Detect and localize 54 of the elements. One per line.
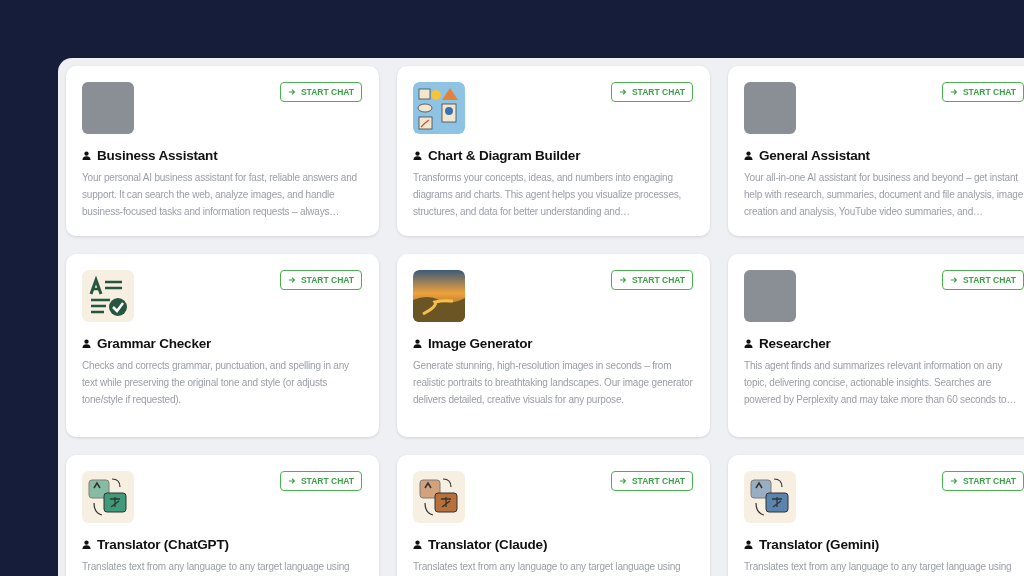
start-chat-button[interactable]: START CHAT — [941, 82, 1024, 102]
agent-description: Your personal AI business assistant for fast, reliable answers and support. It can search the web, analyze images, and handle business-focused tasks and information requests – always… — [82, 171, 358, 219]
translation-icon — [744, 471, 796, 523]
photo-placeholder — [82, 82, 134, 134]
arrow-right-icon — [618, 276, 627, 284]
user-icon — [413, 151, 422, 160]
agent-title: Translator (ChatGPT) — [97, 537, 229, 552]
start-chat-button[interactable]: START CHAT — [279, 82, 362, 102]
arrow-right-icon — [949, 477, 958, 485]
agent-title: Business Assistant — [97, 148, 218, 163]
translation-icon — [82, 471, 134, 523]
arrow-right-icon — [949, 88, 958, 96]
start-chat-button[interactable]: START CHAT — [610, 471, 693, 491]
agent-title: Image Generator — [428, 336, 533, 351]
photo-placeholder — [744, 270, 796, 322]
user-icon — [744, 540, 753, 549]
agent-description: This agent finds and summarizes relevant information on any topic, delivering concise, actionable insights. Searches are powered by Perplexity and may take more than 60 seconds to… — [744, 359, 1018, 407]
agent-description: Translates text from any language to any target language using — [82, 560, 351, 574]
agent-title: Grammar Checker — [97, 336, 212, 351]
diagram-drawing — [413, 82, 465, 134]
start-chat-button[interactable]: START CHAT — [279, 270, 362, 290]
arrow-right-icon — [287, 276, 296, 284]
user-icon — [413, 540, 422, 549]
agent-title: Translator (Claude) — [428, 537, 548, 552]
arrow-right-icon — [287, 88, 296, 96]
arrow-right-icon — [618, 477, 627, 485]
grammar-check-icon — [82, 270, 134, 322]
photo-placeholder — [744, 82, 796, 134]
agent-title: Translator (Gemini) — [759, 537, 879, 552]
start-chat-button[interactable]: START CHAT — [610, 270, 693, 290]
start-chat-button[interactable]: START CHAT — [941, 471, 1024, 491]
user-icon — [744, 339, 753, 348]
agent-description: Generate stunning, high-resolution images in seconds – from realistic portraits to breathtaking landscapes. Our image generator delivers detailed, creative visuals for any purpose. — [413, 359, 693, 407]
user-icon — [744, 151, 753, 160]
agent-description: Checks and corrects grammar, punctuation, and spelling in any text while preserving the original tone and style (or adjusts tone/style if requested). — [82, 359, 350, 407]
start-chat-button[interactable]: START CHAT — [941, 270, 1024, 290]
agent-description: Translates text from any language to any target language using — [413, 560, 682, 574]
start-chat-button[interactable]: START CHAT — [279, 471, 362, 491]
agent-description: Your all-in-one AI assistant for business and beyond – get instant help with research, summaries, document and file analysis, image creation and analysis, YouTube video summaries, and… — [744, 171, 1024, 219]
translation-icon — [413, 471, 465, 523]
agent-title: Chart & Diagram Builder — [428, 148, 581, 163]
arrow-right-icon — [949, 276, 958, 284]
arrow-right-icon — [287, 477, 296, 485]
user-icon — [82, 540, 91, 549]
user-icon — [82, 151, 91, 160]
agent-description: Translates text from any language to any target language using — [744, 560, 1013, 574]
start-chat-button[interactable]: START CHAT — [610, 82, 693, 102]
landscape-drawing — [413, 270, 465, 322]
agent-title: Researcher — [759, 336, 831, 351]
agent-title: General Assistant — [759, 148, 870, 163]
arrow-right-icon — [618, 88, 627, 96]
user-icon — [82, 339, 91, 348]
agent-description: Transforms your concepts, ideas, and numbers into engaging diagrams and charts. This agent helps you visualize processes, structures, and data for better understanding and… — [413, 171, 683, 219]
user-icon — [413, 339, 422, 348]
